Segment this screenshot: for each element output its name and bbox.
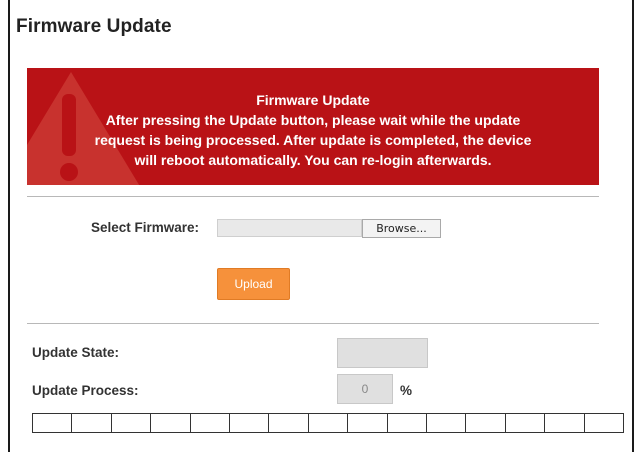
update-progress-bar: [32, 413, 624, 433]
warning-line-2: request is being processed. After update…: [94, 132, 532, 148]
page-title: Firmware Update: [16, 16, 172, 37]
progress-segment: [584, 414, 624, 432]
warning-line-1: After pressing the Update button, please…: [105, 112, 521, 128]
divider-top: [27, 196, 599, 197]
warning-banner: Firmware Update After pressing the Updat…: [27, 68, 599, 185]
progress-segment: [230, 414, 270, 432]
progress-segment: [505, 414, 546, 432]
warning-message: Firmware Update After pressing the Updat…: [27, 90, 599, 170]
progress-segment: [111, 414, 152, 432]
progress-segment: [348, 414, 388, 432]
progress-segment: [190, 414, 231, 432]
progress-segment: [387, 414, 428, 432]
browse-button[interactable]: Browse...: [362, 219, 441, 238]
firmware-file-input[interactable]: [217, 219, 362, 237]
progress-segment: [545, 414, 585, 432]
percent-sign: %: [400, 383, 413, 398]
progress-segment: [151, 414, 191, 432]
warning-line-3: will reboot automatically. You can re-lo…: [134, 152, 492, 168]
progress-segment: [33, 414, 73, 432]
progress-segment: [427, 414, 467, 432]
select-firmware-label: Select Firmware:: [91, 220, 200, 235]
upload-button[interactable]: Upload: [217, 268, 290, 300]
update-process-field: 0: [337, 374, 393, 404]
update-state-label: Update State:: [32, 345, 120, 360]
progress-segment: [72, 414, 112, 432]
warning-heading: Firmware Update: [256, 92, 370, 108]
progress-segment: [466, 414, 506, 432]
update-process-label: Update Process:: [32, 383, 139, 398]
update-state-field: [337, 338, 428, 368]
progress-segment: [269, 414, 309, 432]
progress-segment: [308, 414, 349, 432]
divider-bottom: [27, 323, 599, 324]
